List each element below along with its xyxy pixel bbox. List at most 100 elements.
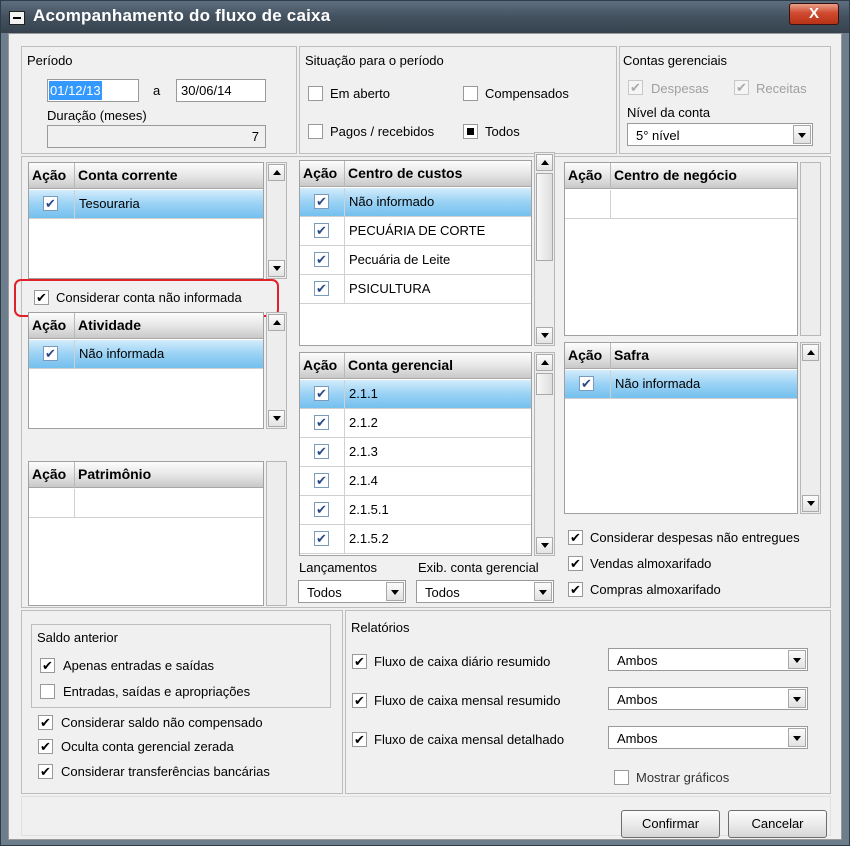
nivel-conta-label: Nível da conta [627,105,711,120]
table-row[interactable]: ✔ Não informada [29,340,263,369]
despesas-nao-entregues-checkbox[interactable]: ✔ [568,530,583,545]
mensal-checkbox[interactable]: ✔ [352,693,367,708]
lancamentos-value: Todos [307,585,342,600]
acao-header: Ação [300,353,345,379]
system-menu-icon[interactable] [9,11,25,25]
row-checkbox[interactable]: ✔ [314,223,329,238]
scroll-up-icon [268,164,285,181]
atividade-grid[interactable]: Ação Atividade ✔ Não informada [28,312,264,429]
centro-negocio-header[interactable]: Centro de negócio [611,163,797,189]
safra-scrollbar[interactable] [800,342,821,514]
pagos-label: Pagos / recebidos [330,124,435,139]
row-checkbox[interactable]: ✔ [314,473,329,488]
centro-custos-scrollbar[interactable] [534,152,555,346]
despesas-checkbox[interactable]: ✔ [628,80,643,95]
table-row[interactable]: ✔ 2.1.5.1 [300,496,531,525]
row-checkbox[interactable]: ✔ [314,194,329,209]
entradas-saidas-checkbox[interactable] [40,684,55,699]
atividade-scrollbar[interactable] [266,312,287,429]
row-checkbox[interactable]: ✔ [314,386,329,401]
lancamentos-select[interactable]: Todos [298,580,406,603]
conta-gerencial-scrollbar[interactable] [534,352,555,556]
table-row[interactable]: ✔ 2.1.5.2 [300,525,531,554]
confirmar-button[interactable]: Confirmar [621,810,720,838]
em-aberto-checkbox[interactable] [308,86,323,101]
compensados-checkbox[interactable] [463,86,478,101]
row-checkbox[interactable]: ✔ [314,252,329,267]
chevron-down-icon[interactable] [793,125,811,144]
table-row[interactable]: ✔ 2.1.3 [300,438,531,467]
compras-almox-checkbox[interactable]: ✔ [568,582,583,597]
start-date-input[interactable]: 01/12/13 [47,79,139,102]
situacao-label: Situação para o período [305,53,444,68]
mensal-select[interactable]: Ambos [608,687,808,710]
vendas-almox-checkbox[interactable]: ✔ [568,556,583,571]
mensal-label: Fluxo de caixa mensal resumido [374,693,561,708]
table-row[interactable]: ✔ 2.1.4 [300,467,531,496]
saldo-nao-compensado-label: Considerar saldo não compensado [61,715,263,730]
safra-grid[interactable]: Ação Safra ✔ Não informada [564,342,798,514]
patrimonio-grid[interactable]: Ação Patrimônio [28,461,264,606]
acao-header: Ação [565,163,611,189]
exib-conta-select[interactable]: Todos [416,580,554,603]
row-checkbox[interactable]: ✔ [314,502,329,517]
conta-corrente-scrollbar[interactable] [266,162,287,279]
diario-checkbox[interactable]: ✔ [352,654,367,669]
saldo-nao-compensado-checkbox[interactable]: ✔ [38,715,53,730]
table-row[interactable]: ✔ Tesouraria [29,190,263,219]
centro-custos-header[interactable]: Centro de custos [345,161,531,187]
receitas-checkbox[interactable]: ✔ [734,80,749,95]
scroll-down-icon [268,260,285,277]
transferencias-checkbox[interactable]: ✔ [38,764,53,779]
table-row[interactable]: ✔ 2.1.1 [300,380,531,409]
todos-checkbox[interactable] [463,124,478,139]
centro-negocio-grid[interactable]: Ação Centro de negócio [564,162,798,336]
conta-gerencial-grid[interactable]: Ação Conta gerencial ✔ 2.1.1 ✔ 2.1.2 ✔ 2.1.3 ✔ 2… [299,352,532,556]
table-row[interactable]: ✔ Não informado [300,188,531,217]
chevron-down-icon[interactable] [788,728,806,747]
centro-negocio-scrollbar[interactable] [800,162,821,336]
row-label: Não informado [345,188,531,217]
safra-header[interactable]: Safra [611,343,797,369]
end-date-input[interactable]: 30/06/14 [176,79,266,102]
row-checkbox[interactable]: ✔ [314,531,329,546]
close-button[interactable]: X [789,3,839,25]
mensal-detalhado-checkbox[interactable]: ✔ [352,732,367,747]
patrimonio-header[interactable]: Patrimônio [75,462,263,488]
row-checkbox[interactable]: ✔ [579,376,594,391]
apenas-entradas-checkbox[interactable]: ✔ [40,658,55,673]
chevron-down-icon[interactable] [788,689,806,708]
conta-corrente-grid[interactable]: Ação Conta corrente ✔ Tesouraria [28,162,264,279]
scroll-down-icon [268,410,285,427]
table-row[interactable]: ✔ PECUÁRIA DE CORTE [300,217,531,246]
title-bar[interactable]: Acompanhamento do fluxo de caixa X [1,1,849,33]
table-row[interactable]: ✔ Pecuária de Leite [300,246,531,275]
nivel-conta-select[interactable]: 5° nível [627,123,813,146]
mensal-detalhado-label: Fluxo de caixa mensal detalhado [374,732,565,747]
chevron-down-icon[interactable] [788,650,806,669]
conta-gerencial-header[interactable]: Conta gerencial [345,353,531,379]
diario-select[interactable]: Ambos [608,648,808,671]
row-checkbox[interactable]: ✔ [314,281,329,296]
despesas-label: Despesas [651,81,709,96]
mostrar-graficos-checkbox[interactable] [614,770,629,785]
atividade-header[interactable]: Atividade [75,313,263,339]
cancelar-button[interactable]: Cancelar [728,810,827,838]
table-row[interactable]: ✔ 2.1.2 [300,409,531,438]
acao-header: Ação [300,161,345,187]
table-row[interactable]: ✔ Não informada [565,370,797,399]
row-checkbox[interactable]: ✔ [43,346,58,361]
pagos-checkbox[interactable] [308,124,323,139]
mensal-value: Ambos [617,692,658,707]
mensal-detalhado-select[interactable]: Ambos [608,726,808,749]
centro-custos-grid[interactable]: Ação Centro de custos ✔ Não informado ✔ PECU… [299,160,532,346]
chevron-down-icon[interactable] [386,582,404,601]
table-row[interactable]: ✔ PSICULTURA [300,275,531,304]
oculta-conta-checkbox[interactable]: ✔ [38,739,53,754]
chevron-down-icon[interactable] [534,582,552,601]
row-checkbox[interactable]: ✔ [314,444,329,459]
row-checkbox[interactable]: ✔ [314,415,329,430]
patrimonio-scrollbar[interactable] [266,461,287,606]
row-checkbox[interactable]: ✔ [43,196,58,211]
conta-corrente-header[interactable]: Conta corrente [75,163,263,189]
